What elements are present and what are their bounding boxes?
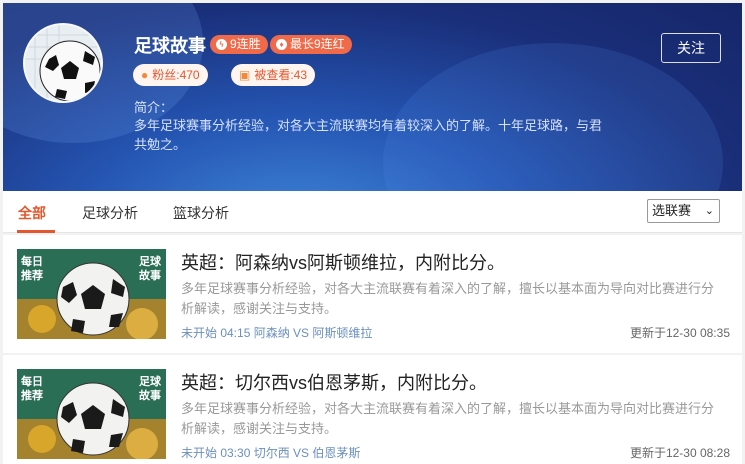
lock-icon: ▣ bbox=[239, 68, 251, 82]
chevron-down-icon: ⌄ bbox=[704, 205, 714, 217]
intro-text: 多年足球赛事分析经验，对各大主流联赛均有着较深入的了解。十年足球路，与君共勉之。 bbox=[134, 118, 603, 152]
thumb-label-right: 足球 bbox=[139, 374, 162, 388]
viewed-pill: ▣ 被查看:43 bbox=[231, 64, 316, 86]
flame-icon: ♦ bbox=[276, 39, 287, 50]
thumb-label-left: 每日 bbox=[21, 254, 43, 268]
thumb-label-left: 每日 bbox=[21, 374, 43, 388]
article-title[interactable]: 英超：阿森纳vs阿斯顿维拉，内附比分。 bbox=[181, 249, 505, 275]
tab-bar: 全部 足球分析 篮球分析 选联赛 ⌄ bbox=[3, 191, 742, 233]
win-streak-label: 9连胜 bbox=[230, 37, 261, 51]
article-description: 多年足球赛事分析经验，对各大主流联赛有着深入的了解，擅长以基本面为导向对比赛进行… bbox=[181, 281, 715, 316]
followers-count: 粉丝:470 bbox=[152, 68, 200, 82]
longest-streak-badge: ♦ 最长9连红 bbox=[270, 35, 352, 54]
updated-time: 更新于12-30 08:35 bbox=[629, 326, 730, 340]
article-thumbnail: 每日 推荐 足球 故事 bbox=[17, 369, 166, 459]
profile-header: 足球故事 ϟ 9连胜 ♦ 最长9连红 ● 粉丝:470 ▣ 被查看:43 关注 … bbox=[3, 3, 742, 191]
article-card[interactable]: 每日 推荐 足球 故事 英超：阿森纳vs阿斯顿维拉，内附比分。 多年足球赛事分析… bbox=[3, 235, 742, 353]
intro-label: 简介： bbox=[134, 100, 174, 115]
article-description: 多年足球赛事分析经验，对各大主流联赛有着深入的了解，擅长以基本面为导向对比赛进行… bbox=[181, 401, 715, 436]
thumb-label-right: 足球 bbox=[139, 254, 162, 268]
league-select[interactable]: 选联赛 ⌄ bbox=[647, 199, 720, 223]
thumb-label-left: 推荐 bbox=[21, 388, 43, 402]
tab-all[interactable]: 全部 bbox=[18, 203, 46, 223]
league-select-value: 选联赛 bbox=[652, 203, 692, 218]
win-streak-badge: ϟ 9连胜 bbox=[210, 35, 268, 54]
match-info[interactable]: 未开始 03:30 切尔西 VS 伯恩茅斯 bbox=[181, 444, 360, 461]
viewed-count: 被查看:43 bbox=[254, 68, 308, 82]
profile-name: 足球故事 bbox=[134, 36, 206, 56]
football-thumbnail-image: 每日 推荐 足球 故事 bbox=[17, 369, 166, 459]
article-title[interactable]: 英超：切尔西vs伯恩茅斯，内附比分。 bbox=[181, 369, 487, 395]
article-card[interactable]: 每日 推荐 足球 故事 英超：切尔西vs伯恩茅斯，内附比分。 多年足球赛事分析经… bbox=[3, 355, 742, 464]
match-info[interactable]: 未开始 04:15 阿森纳 VS 阿斯顿维拉 bbox=[181, 324, 372, 341]
lightning-icon: ϟ bbox=[216, 39, 227, 50]
active-tab-indicator bbox=[17, 230, 55, 233]
football-thumbnail-image: 每日 推荐 足球 故事 bbox=[17, 249, 166, 339]
tab-football[interactable]: 足球分析 bbox=[82, 203, 138, 223]
user-icon: ● bbox=[141, 68, 149, 82]
longest-streak-label: 最长9连红 bbox=[290, 37, 345, 51]
followers-pill: ● 粉丝:470 bbox=[133, 64, 208, 86]
updated-time: 更新于12-30 08:28 bbox=[629, 446, 730, 460]
article-thumbnail: 每日 推荐 足球 故事 bbox=[17, 249, 166, 339]
avatar[interactable] bbox=[23, 23, 103, 103]
thumb-label-left: 推荐 bbox=[21, 268, 43, 282]
thumb-label-right: 故事 bbox=[139, 268, 161, 282]
thumb-label-right: 故事 bbox=[139, 388, 161, 402]
follow-button[interactable]: 关注 bbox=[661, 33, 721, 63]
tab-basketball[interactable]: 篮球分析 bbox=[173, 203, 229, 223]
